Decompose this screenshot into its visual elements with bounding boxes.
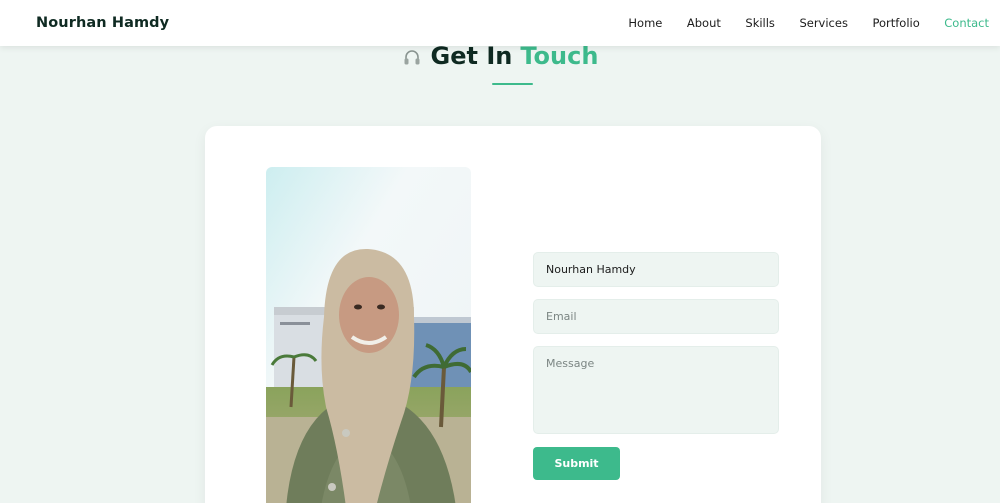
contact-card: Submit [205, 126, 821, 503]
brand-logo[interactable]: Nourhan Hamdy [36, 15, 169, 31]
title-accent: Touch [520, 42, 599, 70]
navbar: Nourhan Hamdy Home About Skills Services… [0, 0, 1000, 46]
email-input[interactable] [533, 299, 779, 334]
nav-link-portfolio[interactable]: Portfolio [872, 16, 919, 30]
title-underline [492, 83, 533, 85]
nav-links: Home About Skills Services Portfolio Con… [604, 16, 989, 30]
message-textarea[interactable] [533, 346, 779, 434]
submit-button[interactable]: Submit [533, 447, 620, 480]
section-title: Get In Touch [0, 42, 1000, 70]
title-main: Get In [430, 42, 513, 70]
nav-link-contact[interactable]: Contact [944, 16, 989, 30]
name-input[interactable] [533, 252, 779, 287]
nav-link-skills[interactable]: Skills [745, 16, 775, 30]
nav-link-home[interactable]: Home [628, 16, 662, 30]
contact-form: Submit [533, 252, 779, 480]
nav-link-about[interactable]: About [687, 16, 721, 30]
nav-link-services[interactable]: Services [799, 16, 848, 30]
headset-icon [402, 46, 422, 66]
profile-photo [266, 167, 471, 503]
